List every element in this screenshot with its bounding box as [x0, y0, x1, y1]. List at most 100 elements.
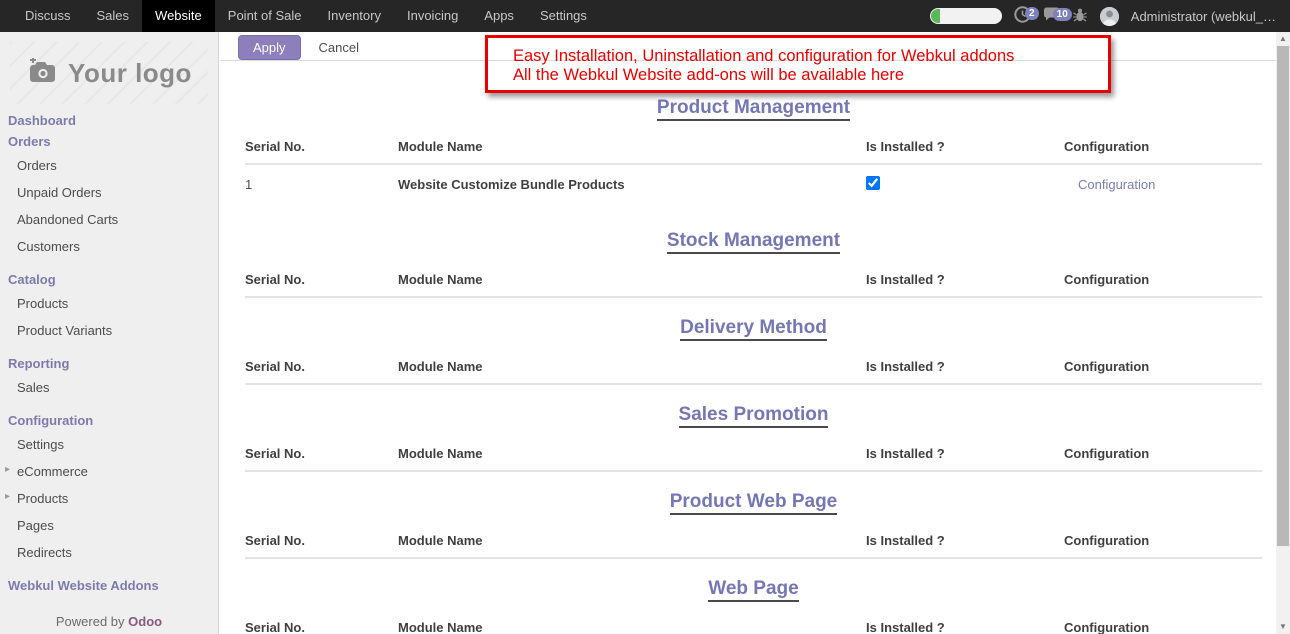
bug-icon: [1072, 7, 1088, 26]
main-content: Apply Cancel Easy Installation, Uninstal…: [220, 32, 1276, 634]
sidebar-section-orders[interactable]: Orders: [0, 131, 218, 152]
section-title[interactable]: Stock Management: [667, 230, 840, 254]
menu-sales[interactable]: Sales: [84, 0, 143, 32]
sidebar-item-unpaid-orders[interactable]: Unpaid Orders: [0, 179, 218, 206]
cancel-button[interactable]: Cancel: [319, 40, 359, 55]
col-serial: Serial No.: [245, 620, 398, 634]
timer-progress-fill: [931, 9, 940, 23]
timer-progress-bar: [930, 8, 1002, 24]
sidebar: Your logo Dashboard Orders Orders Unpaid…: [0, 32, 219, 634]
configuration-link[interactable]: Configuration: [1064, 177, 1262, 192]
sidebar-item-product-variants[interactable]: Product Variants: [0, 317, 218, 344]
col-installed: Is Installed ?: [866, 139, 1064, 154]
col-configuration: Configuration: [1064, 359, 1262, 374]
col-installed: Is Installed ?: [866, 533, 1064, 548]
col-module: Module Name: [398, 446, 866, 461]
annotation-line-1: Easy Installation, Uninstallation and co…: [513, 47, 1108, 66]
col-module: Module Name: [398, 359, 866, 374]
sidebar-item-orders[interactable]: Orders: [0, 152, 218, 179]
col-configuration: Configuration: [1064, 272, 1262, 287]
section-title[interactable]: Product Management: [657, 97, 850, 121]
activity-count-badge: 2: [1025, 7, 1039, 20]
col-serial: Serial No.: [245, 272, 398, 287]
col-installed: Is Installed ?: [866, 446, 1064, 461]
table-header: Serial No. Module Name Is Installed ? Co…: [245, 446, 1262, 472]
sidebar-item-label: Products: [17, 491, 68, 506]
annotation-line-2: All the Webkul Website add-ons will be a…: [513, 66, 1108, 85]
col-installed: Is Installed ?: [866, 359, 1064, 374]
activity-menu[interactable]: 2: [1014, 6, 1031, 26]
annotation-callout: Easy Installation, Uninstallation and co…: [485, 35, 1111, 93]
addon-sections: Product Management Serial No. Module Nam…: [220, 97, 1276, 634]
message-count-badge: 10: [1053, 8, 1072, 21]
messages-menu[interactable]: 10: [1043, 7, 1060, 26]
cell-serial: 1: [245, 177, 398, 192]
sidebar-item-dashboard[interactable]: Dashboard: [0, 110, 218, 131]
menu-discuss[interactable]: Discuss: [12, 0, 84, 32]
vertical-scrollbar[interactable]: ▲ ▼: [1276, 32, 1290, 634]
section-web-page: Web Page Serial No. Module Name Is Insta…: [245, 578, 1262, 634]
table-header: Serial No. Module Name Is Installed ? Co…: [245, 139, 1262, 165]
camera-plus-icon: [26, 58, 58, 89]
app-menus: Discuss Sales Website Point of Sale Inve…: [12, 0, 600, 32]
sidebar-item-redirects[interactable]: Redirects: [0, 539, 218, 566]
section-stock-management: Stock Management Serial No. Module Name …: [245, 230, 1262, 298]
sidebar-item-webkul-website-addons[interactable]: Webkul Website Addons: [0, 575, 218, 596]
chevron-right-icon: ▸: [5, 491, 10, 502]
top-navigation-bar: Discuss Sales Website Point of Sale Inve…: [0, 0, 1290, 32]
scroll-up-arrow[interactable]: ▲: [1276, 32, 1290, 46]
sidebar-nav: Dashboard Orders Orders Unpaid Orders Ab…: [0, 110, 218, 596]
col-serial: Serial No.: [245, 533, 398, 548]
odoo-brand-link[interactable]: Odoo: [128, 614, 162, 629]
sidebar-item-settings[interactable]: Settings: [0, 431, 218, 458]
sidebar-section-configuration[interactable]: Configuration: [0, 410, 218, 431]
table-header: Serial No. Module Name Is Installed ? Co…: [245, 272, 1262, 298]
menu-settings[interactable]: Settings: [527, 0, 600, 32]
is-installed-checkbox[interactable]: [866, 176, 880, 190]
sidebar-item-pages[interactable]: Pages: [0, 512, 218, 539]
section-title[interactable]: Sales Promotion: [679, 404, 829, 428]
col-module: Module Name: [398, 139, 866, 154]
col-serial: Serial No.: [245, 446, 398, 461]
sidebar-item-ecommerce[interactable]: ▸eCommerce: [0, 458, 218, 485]
table-row: 1 Website Customize Bundle Products Conf…: [245, 165, 1262, 211]
sidebar-item-products[interactable]: Products: [0, 290, 218, 317]
sidebar-item-sales[interactable]: Sales: [0, 374, 218, 401]
section-title[interactable]: Delivery Method: [680, 317, 827, 341]
sidebar-item-products-config[interactable]: ▸ Products: [0, 485, 218, 512]
sidebar-section-catalog[interactable]: Catalog: [0, 269, 218, 290]
company-logo[interactable]: Your logo: [10, 42, 208, 104]
col-module: Module Name: [398, 272, 866, 287]
avatar: [1100, 7, 1119, 26]
col-configuration: Configuration: [1064, 446, 1262, 461]
section-product-management: Product Management Serial No. Module Nam…: [245, 97, 1262, 211]
section-title[interactable]: Web Page: [708, 578, 798, 602]
debug-menu[interactable]: [1072, 7, 1088, 26]
table-header: Serial No. Module Name Is Installed ? Co…: [245, 533, 1262, 559]
sidebar-section-reporting[interactable]: Reporting: [0, 353, 218, 374]
apply-button[interactable]: Apply: [238, 35, 301, 60]
sidebar-item-abandoned-carts[interactable]: Abandoned Carts: [0, 206, 218, 233]
table-header: Serial No. Module Name Is Installed ? Co…: [245, 620, 1262, 634]
sidebar-item-customers[interactable]: Customers: [0, 233, 218, 260]
powered-by-label: Powered by: [56, 614, 125, 629]
menu-point-of-sale[interactable]: Point of Sale: [215, 0, 315, 32]
scroll-down-arrow[interactable]: ▼: [1276, 620, 1290, 634]
section-title[interactable]: Product Web Page: [670, 491, 838, 515]
col-module: Module Name: [398, 533, 866, 548]
menu-apps[interactable]: Apps: [471, 0, 527, 32]
user-name-label[interactable]: Administrator (webkul_…: [1131, 9, 1276, 24]
col-installed: Is Installed ?: [866, 620, 1064, 634]
scrollbar-thumb[interactable]: [1277, 46, 1289, 546]
section-delivery-method: Delivery Method Serial No. Module Name I…: [245, 317, 1262, 385]
user-menu[interactable]: [1100, 7, 1119, 26]
col-serial: Serial No.: [245, 359, 398, 374]
section-sales-promotion: Sales Promotion Serial No. Module Name I…: [245, 404, 1262, 472]
menu-website[interactable]: Website: [142, 0, 215, 32]
col-configuration: Configuration: [1064, 533, 1262, 548]
menu-inventory[interactable]: Inventory: [315, 0, 394, 32]
col-installed: Is Installed ?: [866, 272, 1064, 287]
cell-module-name: Website Customize Bundle Products: [398, 177, 866, 192]
menu-invoicing[interactable]: Invoicing: [394, 0, 471, 32]
section-product-web-page: Product Web Page Serial No. Module Name …: [245, 491, 1262, 559]
